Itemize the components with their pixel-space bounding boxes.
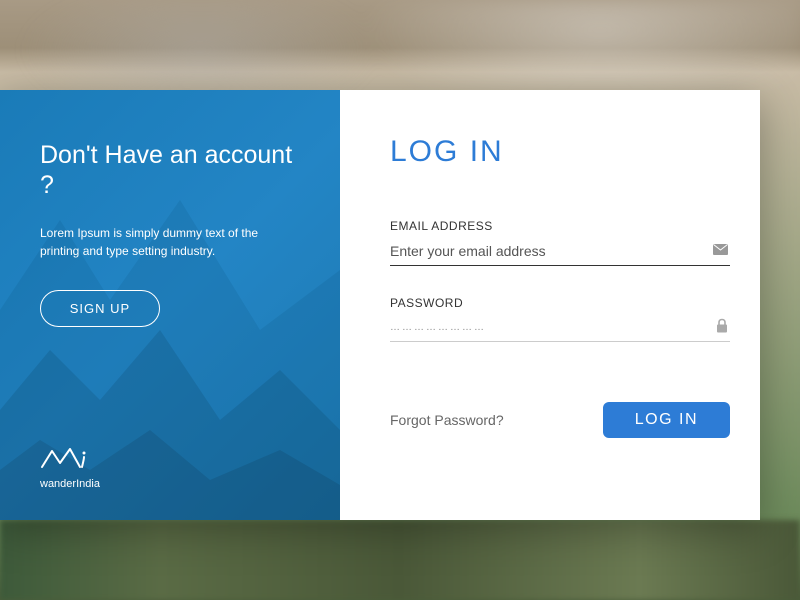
email-field-group: EMAIL ADDRESS	[390, 219, 730, 266]
signup-content: Don't Have an account ? Lorem Ipsum is s…	[40, 140, 300, 327]
login-button[interactable]: LOG IN	[603, 402, 730, 438]
email-label: EMAIL ADDRESS	[390, 219, 730, 233]
signup-description: Lorem Ipsum is simply dummy text of the …	[40, 224, 300, 260]
login-title: LOG IN	[390, 135, 730, 169]
signup-button[interactable]: SIGN UP	[40, 290, 160, 327]
password-field-group: PASSWORD ……………………	[390, 296, 730, 342]
brand-name: wanderIndia	[40, 478, 300, 490]
password-label: PASSWORD	[390, 296, 730, 310]
signup-panel: Don't Have an account ? Lorem Ipsum is s…	[0, 90, 340, 520]
forgot-password-link[interactable]: Forgot Password?	[390, 412, 504, 428]
envelope-icon	[713, 242, 728, 260]
login-actions-row: Forgot Password? LOG IN	[390, 402, 730, 438]
password-input[interactable]: ……………………	[390, 314, 730, 341]
lock-icon	[716, 318, 728, 337]
logo-icon	[40, 445, 90, 471]
background-terrain	[0, 520, 800, 600]
email-input-wrapper	[390, 237, 730, 266]
email-input[interactable]	[390, 237, 730, 265]
password-input-wrapper[interactable]: ……………………	[390, 314, 730, 342]
login-panel: LOG IN EMAIL ADDRESS PASSWORD ……………………	[340, 90, 760, 520]
auth-card: Don't Have an account ? Lorem Ipsum is s…	[0, 90, 760, 520]
background-clouds	[0, 0, 800, 90]
brand-logo: wanderIndia	[40, 445, 300, 490]
signup-title: Don't Have an account ?	[40, 140, 300, 200]
